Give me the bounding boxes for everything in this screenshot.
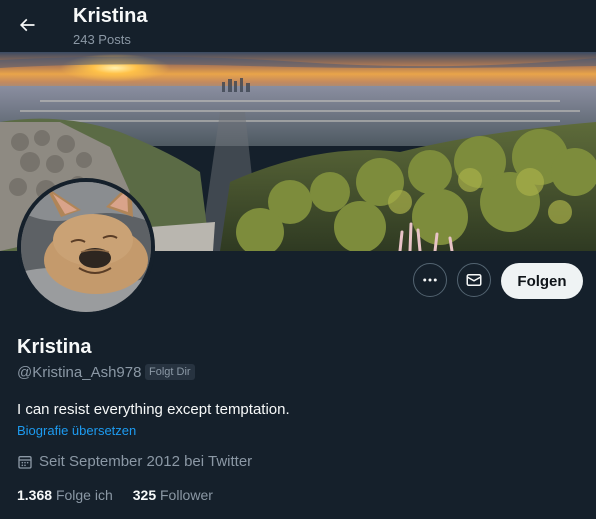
envelope-icon [466, 274, 482, 286]
french-bulldog-avatar-image [21, 182, 151, 312]
translate-bio-link[interactable]: Biografie übersetzen [17, 423, 136, 438]
follow-button[interactable]: Folgen [501, 263, 583, 299]
profile-stats: 1.368 Folge ich 325 Follower [17, 487, 233, 503]
joined-date-row: Seit September 2012 bei Twitter [17, 453, 252, 470]
profile-avatar[interactable] [17, 178, 155, 316]
profile-page: Kristina 243 Posts Folgen Kristina @Kris… [0, 0, 596, 519]
message-button[interactable] [457, 263, 491, 297]
header-title: Kristina [73, 5, 148, 27]
calendar-icon [17, 454, 33, 470]
post-count: 243 Posts [73, 32, 131, 47]
profile-bio: I can resist everything except temptatio… [17, 401, 290, 418]
more-button[interactable] [413, 263, 447, 297]
following-label: Folge ich [55, 487, 113, 503]
follows-you-badge: Folgt Dir [145, 364, 195, 380]
back-button[interactable] [10, 8, 44, 42]
followers-label: Follower [160, 487, 213, 503]
profile-handle: @Kristina_Ash978 [17, 364, 142, 381]
more-icon [423, 278, 437, 282]
followers-count: 325 [132, 487, 160, 503]
followers-stat[interactable]: 325 Follower [133, 487, 213, 503]
profile-header-bar: Kristina 243 Posts [0, 0, 596, 52]
profile-name: Kristina [17, 336, 92, 358]
arrow-left-icon [19, 18, 35, 32]
following-count: 1.368 [17, 487, 56, 503]
joined-date-text: Seit September 2012 bei Twitter [39, 453, 253, 470]
following-stat[interactable]: 1.368 Folge ich [17, 487, 113, 503]
